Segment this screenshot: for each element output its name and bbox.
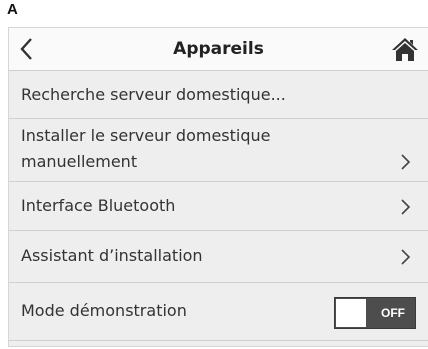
header-bar: Appareils xyxy=(9,28,428,71)
menu-item-label: Recherche serveur domestique... xyxy=(21,85,286,104)
menu-item-bluetooth-interface[interactable]: Interface Bluetooth xyxy=(9,182,428,231)
menu-item-label: Mode démonstration xyxy=(21,301,187,320)
back-button[interactable] xyxy=(11,32,41,66)
home-button[interactable] xyxy=(388,33,422,65)
menu-item-label: Assistant d’installation xyxy=(21,246,203,265)
menu-item-demo-mode: Mode démonstration OFF xyxy=(9,283,428,341)
home-icon xyxy=(392,38,418,61)
chevron-right-icon xyxy=(401,249,411,265)
figure-label: A xyxy=(7,1,18,18)
toggle-knob xyxy=(336,299,366,327)
demo-mode-toggle[interactable]: OFF xyxy=(334,297,416,329)
chevron-right-icon xyxy=(401,199,411,215)
menu-item-label-line2: manuellement xyxy=(21,152,138,171)
menu-item-installation-assistant[interactable]: Assistant d’installation xyxy=(9,231,428,283)
menu-item-install-server-manually[interactable]: Installer le serveur domestique manuelle… xyxy=(9,119,428,182)
menu-item-label: Installer le serveur domestique xyxy=(21,126,271,145)
chevron-left-icon xyxy=(20,38,32,60)
menu-item-search-server[interactable]: Recherche serveur domestique... xyxy=(9,71,428,119)
toggle-state-label: OFF xyxy=(381,306,405,320)
menu-item-label: Interface Bluetooth xyxy=(21,196,176,215)
page-title: Appareils xyxy=(173,39,264,59)
devices-screen: Appareils Recherche serveur domestique..… xyxy=(8,27,428,347)
chevron-right-icon xyxy=(401,154,411,170)
